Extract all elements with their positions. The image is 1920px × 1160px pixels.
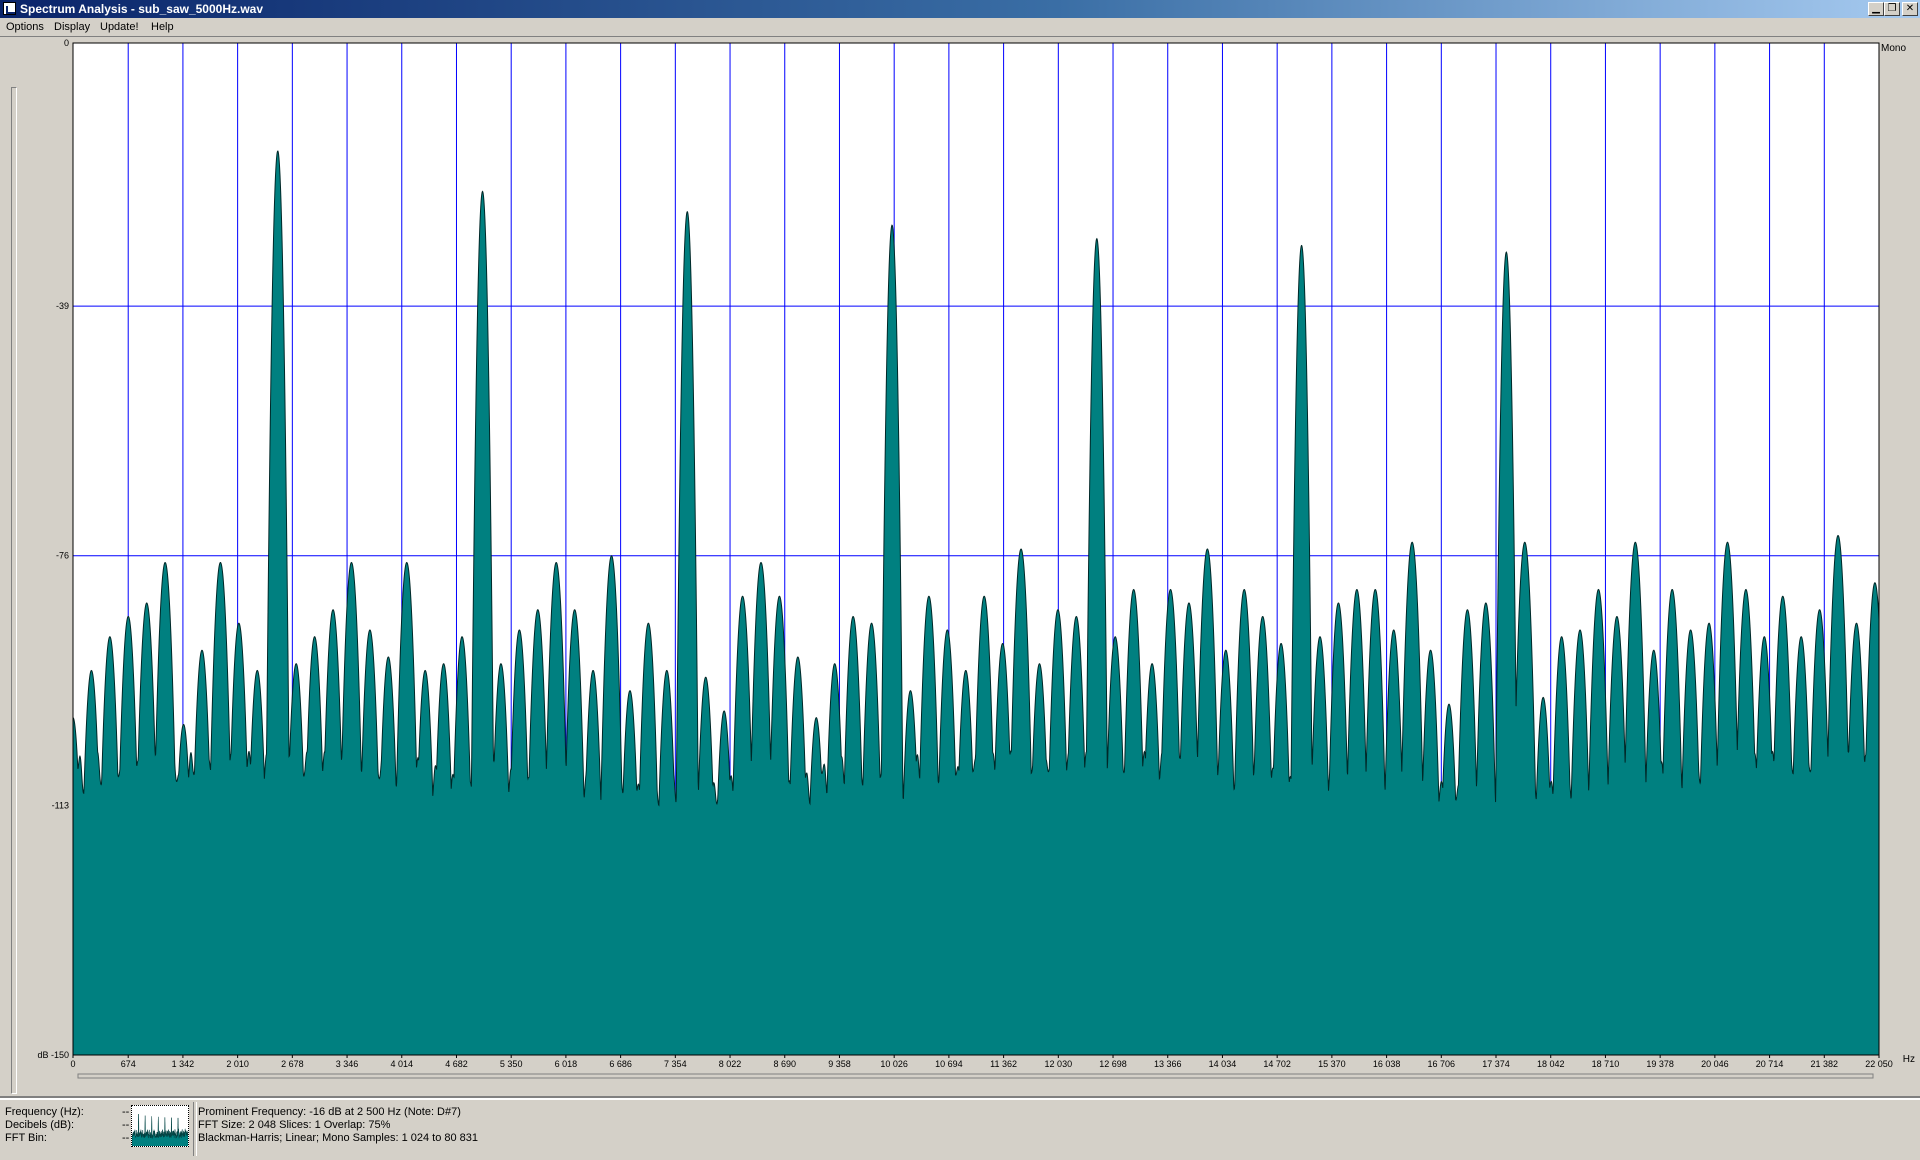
menu-display[interactable]: Display <box>54 21 90 33</box>
x-tick-label: 12 030 <box>1045 1059 1073 1069</box>
x-tick-label: 6 686 <box>609 1059 632 1069</box>
status-bar: Frequency (Hz): Decibels (dB): FFT Bin: … <box>0 1096 1920 1160</box>
decibels-value: -- <box>122 1119 130 1131</box>
y-tick-label: 0 <box>64 38 69 48</box>
menu-help[interactable]: Help <box>151 21 174 33</box>
x-axis: 0 674 1 342 2 010 2 678 3 346 4 014 4 682 5 350 6… <box>70 1055 1893 1069</box>
x-tick-label: 21 382 <box>1811 1059 1839 1069</box>
x-tick-label: 14 702 <box>1263 1059 1291 1069</box>
status-separator <box>193 1102 197 1156</box>
decibels-label: Decibels (dB): <box>5 1119 75 1131</box>
menu-options[interactable]: Options <box>6 21 44 33</box>
x-tick-label: 19 378 <box>1646 1059 1674 1069</box>
x-tick-label: 22 050 <box>1865 1059 1893 1069</box>
x-axis-unit-label: Hz <box>1903 1054 1915 1065</box>
x-tick-label: 12 698 <box>1099 1059 1127 1069</box>
x-tick-label: 1 342 <box>172 1059 195 1069</box>
fft-bin-label: FFT Bin: <box>5 1132 47 1144</box>
x-tick-label: 10 026 <box>880 1059 908 1069</box>
x-tick-label: 5 350 <box>500 1059 523 1069</box>
x-tick-label: 9 358 <box>828 1059 851 1069</box>
maximize-button[interactable]: ❐ <box>1884 2 1900 16</box>
y-tick-label: -39 <box>56 301 69 311</box>
x-tick-label: 15 370 <box>1318 1059 1346 1069</box>
x-tick-label: 20 714 <box>1756 1059 1784 1069</box>
x-tick-label: 16 706 <box>1428 1059 1456 1069</box>
x-tick-label: 18 710 <box>1592 1059 1620 1069</box>
fft-bin-value: -- <box>122 1132 130 1144</box>
y-tick-label: -113 <box>52 800 69 810</box>
menu-update[interactable]: Update! <box>100 21 139 33</box>
x-tick-label: 11 362 <box>990 1059 1017 1069</box>
y-tick-label: -76 <box>56 551 69 561</box>
x-tick-label: 13 366 <box>1154 1059 1182 1069</box>
x-tick-label: 10 694 <box>935 1059 963 1069</box>
x-tick-label: 16 038 <box>1373 1059 1401 1069</box>
x-tick-label: 17 374 <box>1482 1059 1510 1069</box>
close-button[interactable]: ✕ <box>1902 2 1918 16</box>
frequency-value: -- <box>122 1106 130 1118</box>
x-tick-label: 674 <box>121 1059 136 1069</box>
y-tick-label: dB -150 <box>37 1050 69 1060</box>
x-tick-label: 6 018 <box>555 1059 578 1069</box>
x-tick-label: 18 042 <box>1537 1059 1565 1069</box>
x-tick-label: 2 010 <box>226 1059 249 1069</box>
window-title: Spectrum Analysis - sub_saw_5000Hz.wav <box>20 2 263 16</box>
window-settings-text: Blackman-Harris; Linear; Mono Samples: 1… <box>198 1132 479 1144</box>
x-tick-label: 20 046 <box>1701 1059 1729 1069</box>
spectrum-app-icon <box>3 2 16 15</box>
x-tick-label: 14 034 <box>1209 1059 1237 1069</box>
spectrum-thumbnail[interactable] <box>131 1105 189 1147</box>
x-tick-label: 2 678 <box>281 1059 304 1069</box>
horizontal-scrollbar[interactable] <box>77 1073 1874 1079</box>
menu-bar: Options Display Update! Help <box>0 18 1920 37</box>
spectrum-chart[interactable]: 0 -39 -76 -113 dB -150 0 674 1 342 2 010 2 678 3 … <box>0 37 1920 1097</box>
x-tick-label: 0 <box>70 1059 75 1069</box>
prominent-frequency-text: Prominent Frequency: -16 dB at 2 500 Hz … <box>198 1106 461 1118</box>
fft-settings-text: FFT Size: 2 048 Slices: 1 Overlap: 75% <box>198 1119 391 1131</box>
title-bar[interactable]: Spectrum Analysis - sub_saw_5000Hz.wav ▁… <box>0 0 1920 18</box>
x-tick-label: 7 354 <box>664 1059 687 1069</box>
y-axis: 0 -39 -76 -113 dB -150 <box>37 38 69 1060</box>
frequency-label: Frequency (Hz): <box>5 1106 84 1118</box>
x-tick-label: 4 014 <box>391 1059 414 1069</box>
x-tick-label: 8 690 <box>773 1059 796 1069</box>
thumbnail-spectrum-shape <box>132 1114 188 1146</box>
x-tick-label: 8 022 <box>719 1059 742 1069</box>
x-tick-label: 3 346 <box>336 1059 359 1069</box>
x-tick-label: 4 682 <box>445 1059 468 1069</box>
minimize-button[interactable]: ▁ <box>1868 2 1884 16</box>
channel-label: Mono <box>1881 43 1906 54</box>
